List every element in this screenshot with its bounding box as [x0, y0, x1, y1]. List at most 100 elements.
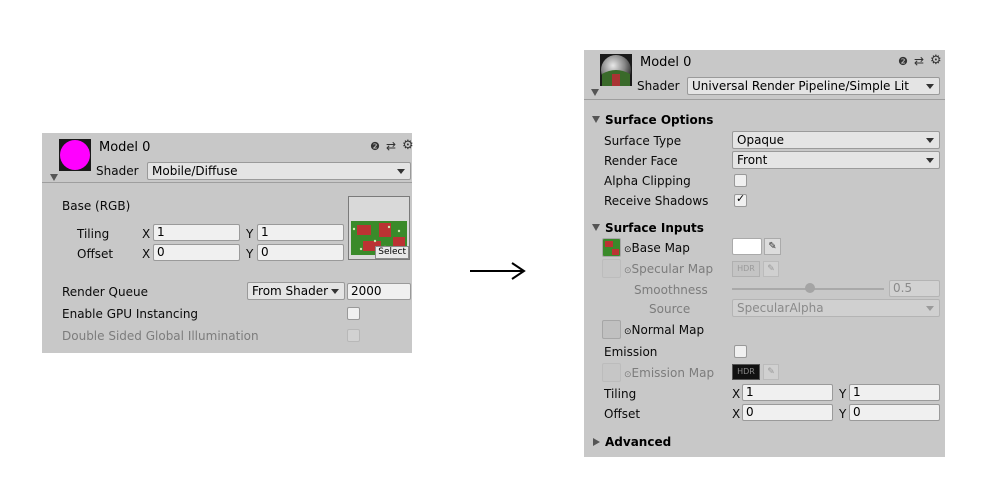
material-preview-icon	[600, 54, 632, 86]
checkmark-icon: ✓	[736, 192, 746, 205]
texture-thumbnail[interactable]: Select	[348, 196, 410, 260]
render-face-dropdown[interactable]: Front	[732, 151, 940, 169]
material-preview-icon	[59, 139, 91, 171]
radio-target-icon[interactable]: ⊙	[624, 266, 632, 276]
surface-type-dropdown[interactable]: Opaque	[732, 131, 940, 149]
chevron-down-icon	[926, 138, 934, 143]
double-sided-gi-label: Double Sided Global Illumination	[62, 329, 259, 343]
double-sided-gi-checkbox[interactable]	[347, 329, 360, 342]
smoothness-slider-thumb[interactable]	[805, 283, 815, 293]
offset-x-field[interactable]: 0	[153, 244, 240, 261]
alpha-clipping-checkbox[interactable]	[734, 174, 747, 187]
emission-hdr-swatch[interactable]: HDR	[732, 364, 760, 380]
advanced-header[interactable]: Advanced	[605, 435, 671, 449]
texture-swatch-red	[612, 249, 619, 255]
chevron-down-icon	[926, 158, 934, 163]
render-queue-dropdown[interactable]: From Shader	[247, 282, 345, 300]
base-rgb-label: Base (RGB)	[62, 199, 131, 213]
radio-target-icon[interactable]: ⊙	[624, 245, 632, 255]
base-map-label: ⊙Base Map	[624, 241, 690, 255]
emission-map-label-text: Emission Map	[631, 366, 715, 380]
chevron-down-icon	[397, 169, 405, 174]
eyedropper-icon[interactable]: ✎	[763, 364, 779, 380]
tiling-x-axis-label: X	[142, 227, 151, 241]
normal-map-texture-slot[interactable]	[602, 320, 621, 339]
header-foldout-icon[interactable]	[591, 89, 599, 96]
base-map-label-text: Base Map	[631, 241, 690, 255]
offset-label: Offset	[77, 247, 114, 261]
eyedropper-icon[interactable]: ✎	[763, 261, 779, 277]
source-value: SpecularAlpha	[737, 301, 824, 315]
presets-icon[interactable]: ⇄	[914, 54, 924, 68]
emission-label: Emission	[604, 345, 658, 359]
tiling-x-axis-label: X	[732, 387, 741, 401]
help-icon[interactable]: ❷	[898, 55, 908, 68]
specular-map-label: ⊙Specular Map	[624, 262, 713, 276]
tiling-y-field[interactable]: 1	[257, 224, 344, 241]
select-texture-button[interactable]: Select	[375, 246, 409, 259]
offset-y-axis-label: Y	[246, 247, 254, 261]
radio-target-icon[interactable]: ⊙	[624, 327, 632, 337]
presets-icon[interactable]: ⇄	[386, 139, 396, 153]
left-inspector-panel: Model 0 Shader Mobile/Diffuse ❷ ⇄ ⚙ Base…	[42, 133, 414, 353]
render-queue-value-field[interactable]: 2000	[347, 283, 411, 300]
emission-map-texture-slot[interactable]	[602, 363, 621, 382]
chevron-down-icon	[926, 84, 934, 89]
smoothness-value-field[interactable]: 0.5	[889, 280, 940, 297]
tiling-x-field[interactable]: 1	[153, 224, 240, 241]
offset-y-field[interactable]: 0	[257, 244, 344, 261]
right-inspector-panel: Model 0 Shader Universal Render Pipeline…	[584, 50, 945, 457]
conversion-arrow	[468, 255, 528, 289]
emission-map-label: ⊙Emission Map	[624, 366, 714, 380]
texture-swatch-red	[605, 241, 613, 247]
gpu-instancing-checkbox[interactable]	[347, 307, 360, 320]
eyedropper-icon[interactable]: ✎	[764, 238, 781, 255]
header-divider	[42, 182, 412, 183]
specular-map-label-text: Specular Map	[631, 262, 714, 276]
source-label: Source	[649, 302, 691, 316]
surface-inputs-foldout-icon[interactable]	[592, 224, 600, 231]
base-map-color-swatch[interactable]	[732, 238, 762, 255]
alpha-clipping-label: Alpha Clipping	[604, 174, 691, 188]
header-foldout-icon[interactable]	[50, 174, 58, 181]
surface-options-foldout-icon[interactable]	[592, 116, 600, 123]
receive-shadows-checkbox[interactable]: ✓	[734, 192, 747, 207]
radio-target-icon[interactable]: ⊙	[624, 370, 632, 380]
offset-y-field[interactable]: 0	[849, 404, 940, 421]
shader-dropdown-value: Mobile/Diffuse	[152, 164, 238, 178]
settings-gear-icon[interactable]: ⚙	[402, 138, 414, 153]
tiling-label: Tiling	[77, 227, 110, 241]
lit-sphere-preview	[601, 55, 631, 86]
chevron-down-icon	[331, 289, 339, 294]
render-queue-label: Render Queue	[62, 285, 148, 299]
offset-x-field[interactable]: 0	[742, 404, 833, 421]
settings-gear-icon[interactable]: ⚙	[930, 53, 942, 68]
header-divider	[584, 99, 945, 100]
source-dropdown[interactable]: SpecularAlpha	[732, 299, 940, 317]
specular-map-texture-slot[interactable]	[602, 259, 621, 278]
specular-hdr-swatch[interactable]: HDR	[732, 261, 760, 277]
surface-type-value: Opaque	[737, 133, 785, 147]
tiling-label: Tiling	[604, 387, 637, 401]
surface-inputs-header[interactable]: Surface Inputs	[605, 221, 704, 235]
offset-x-axis-label: X	[732, 407, 741, 421]
advanced-foldout-icon[interactable]	[593, 438, 600, 446]
surface-type-label: Surface Type	[604, 134, 682, 148]
render-queue-mode-value: From Shader	[252, 284, 329, 298]
receive-shadows-label: Receive Shadows	[604, 194, 709, 208]
help-icon[interactable]: ❷	[370, 140, 380, 153]
material-title: Model 0	[640, 55, 692, 70]
tiling-y-axis-label: Y	[246, 227, 254, 241]
tiling-y-field[interactable]: 1	[849, 384, 940, 401]
normal-map-label: ⊙Normal Map	[624, 323, 704, 337]
shader-dropdown[interactable]: Mobile/Diffuse	[147, 162, 411, 180]
surface-options-header[interactable]: Surface Options	[605, 113, 713, 127]
tiling-y-axis-label: Y	[839, 387, 847, 401]
emission-checkbox[interactable]	[734, 345, 747, 358]
tiling-x-field[interactable]: 1	[742, 384, 833, 401]
gpu-instancing-label: Enable GPU Instancing	[62, 307, 199, 321]
offset-label: Offset	[604, 407, 641, 421]
smoothness-label: Smoothness	[634, 283, 708, 297]
shader-dropdown[interactable]: Universal Render Pipeline/Simple Lit	[687, 77, 940, 95]
base-map-texture-slot[interactable]	[602, 238, 621, 257]
